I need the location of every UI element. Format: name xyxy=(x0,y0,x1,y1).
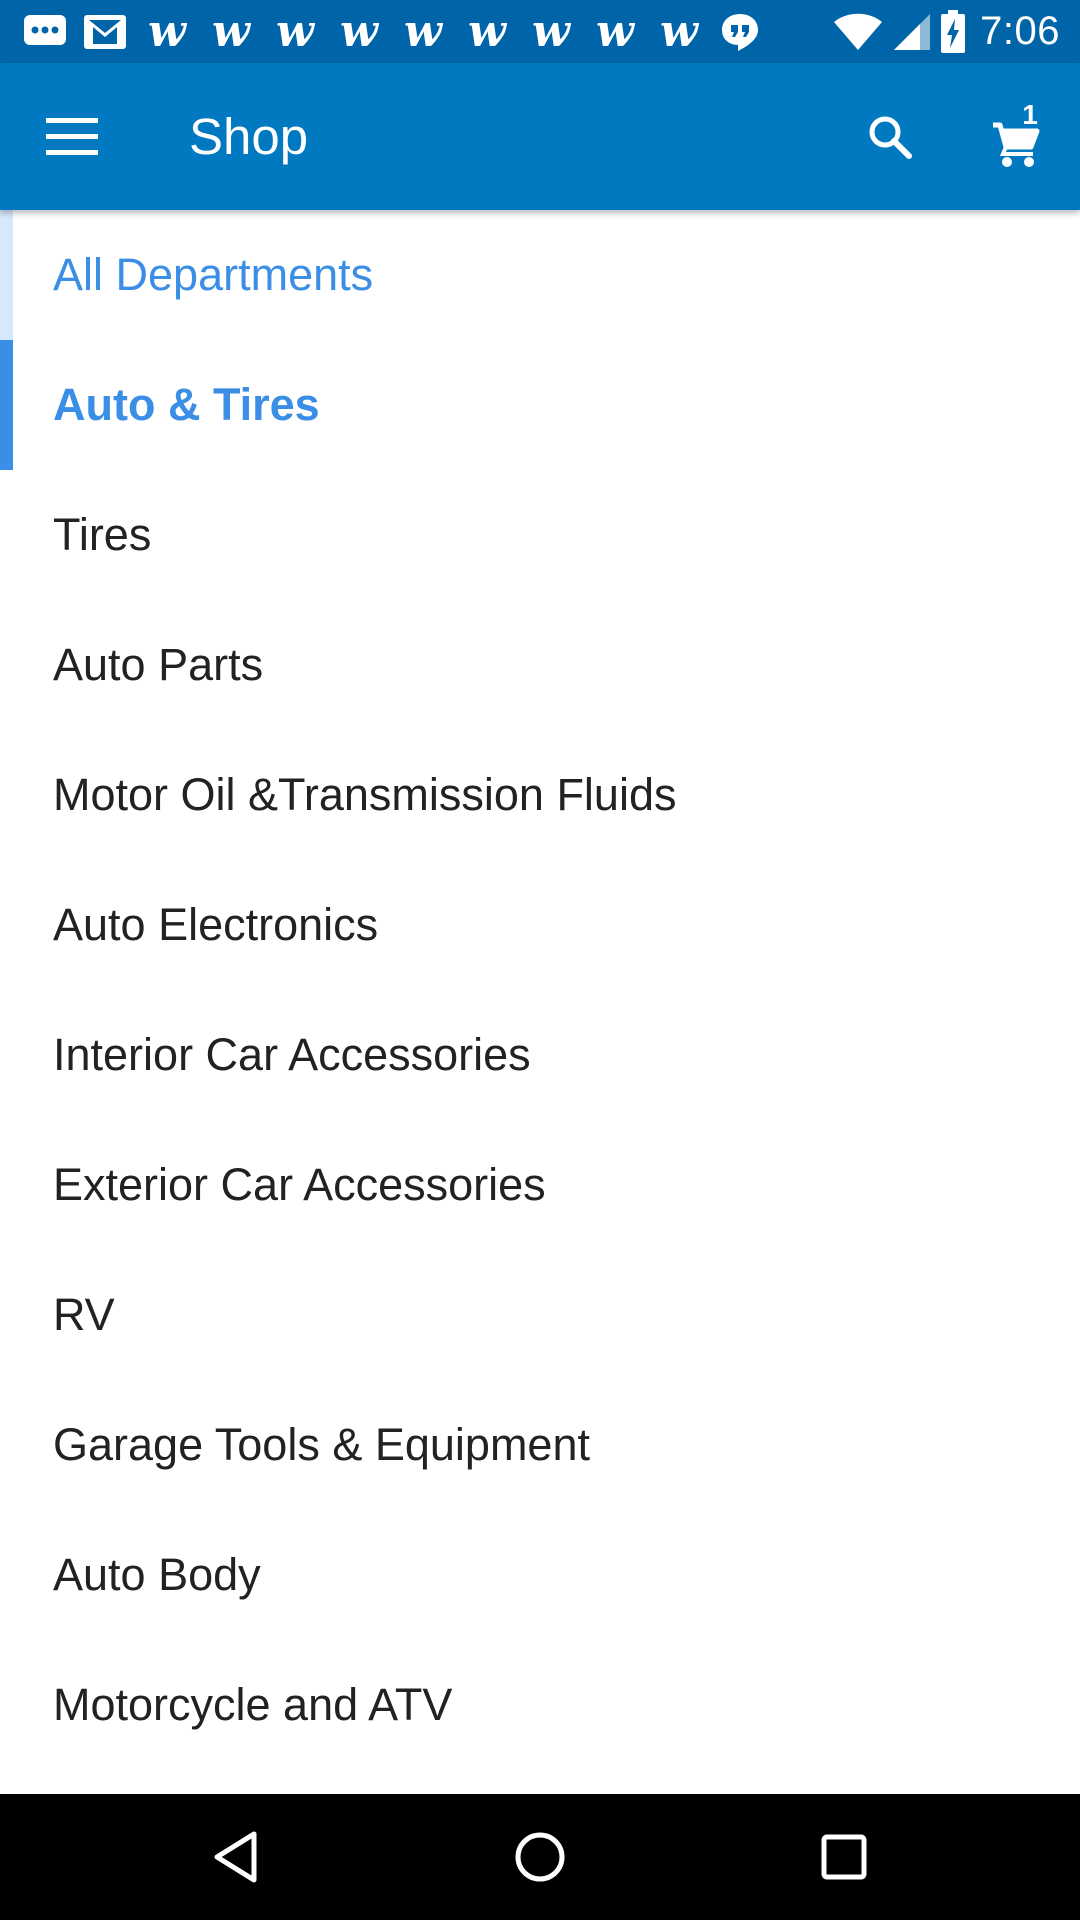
recents-icon xyxy=(821,1834,867,1880)
department-item[interactable]: Auto Electronics xyxy=(0,860,1080,990)
department-item[interactable]: Exterior Car Accessories xyxy=(0,1120,1080,1250)
status-bar: w w w w w w w w w 7:06 xyxy=(0,0,1080,63)
recents-button[interactable] xyxy=(804,1817,884,1897)
department-item[interactable]: Tires xyxy=(0,470,1080,600)
department-item[interactable]: Motorcycle and ATV xyxy=(0,1640,1080,1770)
system-icons: 7:06 xyxy=(832,0,1060,63)
walmart-w-icon: w xyxy=(212,6,250,57)
walmart-w-icon: w xyxy=(468,6,506,57)
gmail-icon xyxy=(82,8,128,56)
search-icon xyxy=(869,116,912,159)
walmart-w-icon: w xyxy=(148,6,186,57)
department-item[interactable]: RV xyxy=(0,1250,1080,1380)
chat-icon xyxy=(22,8,68,56)
shopping-cart-icon xyxy=(993,122,1040,167)
walmart-w-icon: w xyxy=(596,6,634,57)
walmart-w-icon: w xyxy=(660,6,698,57)
all-departments-link[interactable]: All Departments xyxy=(0,210,1080,340)
back-button[interactable] xyxy=(196,1817,276,1897)
page-title: Shop xyxy=(189,108,309,165)
walmart-w-icon: w xyxy=(532,6,570,57)
home-button[interactable] xyxy=(500,1817,580,1897)
battery-charging-icon xyxy=(940,9,966,54)
walmart-w-icon: w xyxy=(404,6,442,57)
menu-button[interactable] xyxy=(32,103,112,171)
department-item[interactable]: Auto Body xyxy=(0,1510,1080,1640)
department-item[interactable]: Interior Car Accessories xyxy=(0,990,1080,1120)
department-item[interactable]: Motor Oil &Transmission Fluids xyxy=(0,730,1080,860)
home-icon xyxy=(515,1832,565,1882)
system-nav-bar xyxy=(0,1794,1080,1920)
back-icon xyxy=(214,1831,257,1883)
cell-signal-icon xyxy=(892,12,932,52)
status-time: 7:06 xyxy=(980,9,1060,53)
cart-button[interactable]: 1 xyxy=(975,99,1065,179)
wifi-icon xyxy=(832,12,884,52)
notification-icons: w w w w w w w w w xyxy=(22,8,776,56)
hamburger-menu-icon xyxy=(46,118,98,155)
screen: w w w w w w w w w 7:06 Shop 1 All Depart… xyxy=(0,0,1080,1920)
walmart-w-icon: w xyxy=(276,6,314,57)
department-item-auto-tires[interactable]: Auto & Tires xyxy=(0,340,1080,470)
department-list: All Departments Auto & Tires Tires Auto … xyxy=(0,210,1080,1794)
hangouts-icon xyxy=(718,8,762,56)
search-button[interactable] xyxy=(850,103,930,171)
walmart-w-icon: w xyxy=(340,6,378,57)
department-item[interactable]: Auto Parts xyxy=(0,600,1080,730)
app-bar: Shop 1 xyxy=(0,63,1080,210)
department-item[interactable]: Garage Tools & Equipment xyxy=(0,1380,1080,1510)
